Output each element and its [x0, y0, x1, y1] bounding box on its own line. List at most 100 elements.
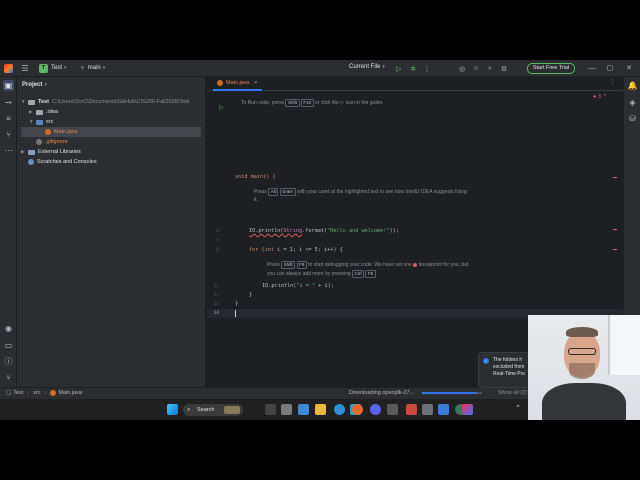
doc-text: you can always add more by pressing	[267, 271, 351, 277]
close-icon[interactable]: ✕	[254, 76, 258, 90]
chevron-down-icon[interactable]: ▾	[103, 65, 106, 71]
doc-comment-fix: Press Alt Enter with your caret at the h…	[254, 188, 467, 196]
chevron-up-icon[interactable]: ⌃	[515, 404, 521, 412]
breakpoint-icon	[413, 262, 418, 267]
project-tool-icon[interactable]: ▣	[3, 80, 14, 91]
close-icon[interactable]: ✕	[619, 60, 639, 77]
services-icon[interactable]: ◉	[3, 323, 14, 334]
webcam-person-body	[542, 383, 626, 420]
terminal-icon[interactable]: ▭	[3, 340, 14, 351]
run-config-selector[interactable]: Current File	[349, 64, 380, 70]
steam-icon[interactable]	[438, 404, 449, 415]
error-stripe-marker[interactable]	[613, 177, 617, 178]
notifications-icon[interactable]: 🔔	[627, 80, 638, 91]
doc-text: breakpoint for you, but	[418, 262, 469, 268]
branch-icon[interactable]: ⑂	[81, 65, 85, 72]
hamburger-icon[interactable]: ☰	[19, 60, 31, 77]
expand-arrow-icon[interactable]: ▶	[29, 107, 36, 117]
minimize-icon[interactable]: —	[582, 60, 602, 77]
breadcrumb-project[interactable]: Test	[13, 390, 23, 396]
chevron-down-icon[interactable]: ▾	[382, 64, 385, 70]
task-view-icon[interactable]	[265, 404, 276, 415]
problems-icon[interactable]: ⓘ	[3, 356, 14, 367]
webcam-person-glasses	[568, 348, 596, 355]
error-stripe-marker[interactable]	[613, 229, 617, 230]
intellij-taskbar-icon[interactable]	[462, 404, 473, 415]
tree-item-test[interactable]: ▼ Test C:\Users\SrcC\Documents\GitHub\CI…	[21, 97, 189, 107]
error-icon: ●	[593, 94, 597, 100]
key-hint: Alt	[268, 188, 279, 196]
error-indicator[interactable]: ● 3 ⌃	[593, 94, 607, 100]
key-hint: Shift	[285, 99, 300, 107]
code-text: }	[249, 292, 253, 298]
doc-text: Press	[267, 262, 280, 268]
database-icon[interactable]: ⛁	[627, 113, 638, 124]
pull-requests-icon[interactable]: ⑂	[3, 129, 14, 140]
breadcrumb-src[interactable]: src	[33, 390, 40, 396]
line-number: 13	[213, 302, 219, 307]
branch-name[interactable]: main	[88, 65, 101, 71]
webcam-background-window	[608, 315, 640, 375]
tree-item-external-libraries[interactable]: ▶ External Libraries	[21, 147, 81, 157]
code-line: for (int i = 1; i <= 5; i++) {	[249, 247, 343, 253]
webcam-person-beard	[569, 363, 595, 379]
code-class: String	[283, 228, 303, 234]
more-tabs-icon[interactable]: ⋮	[610, 79, 615, 85]
discord-icon[interactable]	[370, 404, 381, 415]
show-all-tasks-link[interactable]: Show all (2)	[498, 390, 527, 396]
more-tools-icon[interactable]: ⋯	[3, 145, 14, 156]
tab-main-java[interactable]: Main.java ✕	[213, 77, 262, 91]
chevron-up-icon[interactable]: ⌃	[602, 94, 607, 100]
maximize-icon[interactable]: ▢	[600, 60, 620, 77]
scratches-icon	[28, 159, 34, 165]
chevron-down-icon[interactable]: ▾	[44, 82, 47, 88]
java-class-icon	[50, 390, 57, 396]
doc-text: to start debugging your code. We have se…	[308, 262, 412, 268]
search-icon[interactable]: ⌕	[483, 65, 497, 73]
debug-icon[interactable]: ✲	[406, 65, 420, 73]
file-explorer-icon[interactable]	[315, 404, 326, 415]
structure-icon[interactable]: ≡	[3, 113, 14, 124]
key-hint: Shift	[281, 261, 296, 269]
breadcrumb-file[interactable]: Main.java	[58, 390, 82, 396]
commit-icon[interactable]: ⊸	[3, 97, 14, 108]
chevron-down-icon[interactable]: ▾	[64, 65, 67, 71]
tree-label: src	[46, 119, 54, 125]
widgets-icon[interactable]	[281, 404, 292, 415]
firefox-icon[interactable]	[352, 404, 363, 415]
project-name[interactable]: Test	[51, 65, 62, 71]
background-task-label[interactable]: Downloading openjdk-27...	[349, 390, 414, 396]
search-icon: ⌕	[187, 407, 191, 413]
office-icon[interactable]	[406, 404, 417, 415]
tree-item-scratches[interactable]: Scratches and Consoles	[28, 157, 97, 167]
tree-label: Scratches and Consoles	[37, 159, 97, 165]
windows-start-icon[interactable]	[167, 404, 178, 415]
search-highlight-image	[224, 406, 240, 414]
settings-icon[interactable]: ⚙	[497, 65, 511, 73]
user-icon[interactable]: ☺	[469, 65, 483, 72]
tree-item-idea[interactable]: ▶ .idea	[29, 107, 58, 117]
app-icon[interactable]	[298, 404, 309, 415]
app-icon[interactable]	[422, 404, 433, 415]
edge-icon[interactable]	[334, 404, 345, 415]
line-number: 11	[213, 284, 219, 289]
start-free-trial-button[interactable]: Start Free Trial	[527, 63, 575, 74]
git-icon[interactable]: ⑂	[3, 372, 14, 383]
run-icon[interactable]: ▷	[392, 65, 406, 73]
taskbar-search[interactable]: ⌕ Search	[183, 404, 243, 416]
code-line: }	[249, 292, 252, 298]
breadcrumb-separator-icon: ›	[27, 390, 30, 396]
expand-arrow-icon[interactable]: ▶	[21, 147, 28, 157]
run-gutter-icon[interactable]: ▷	[219, 104, 224, 111]
expand-arrow-icon[interactable]: ▼	[21, 97, 28, 107]
error-stripe-marker[interactable]	[613, 249, 617, 250]
ai-assistant-icon[interactable]: ◈	[627, 97, 638, 108]
tree-item-main-java[interactable]: Main.java	[21, 127, 201, 137]
project-badge[interactable]: T	[39, 63, 48, 73]
app-icon[interactable]	[387, 404, 398, 415]
coverage-icon[interactable]: ◎	[455, 65, 469, 73]
tree-item-src[interactable]: ▼ src	[29, 117, 53, 127]
expand-arrow-icon[interactable]: ▼	[29, 117, 36, 127]
more-icon[interactable]: ⋮	[420, 65, 434, 73]
tree-item-gitignore[interactable]: .gitignore	[36, 137, 68, 147]
